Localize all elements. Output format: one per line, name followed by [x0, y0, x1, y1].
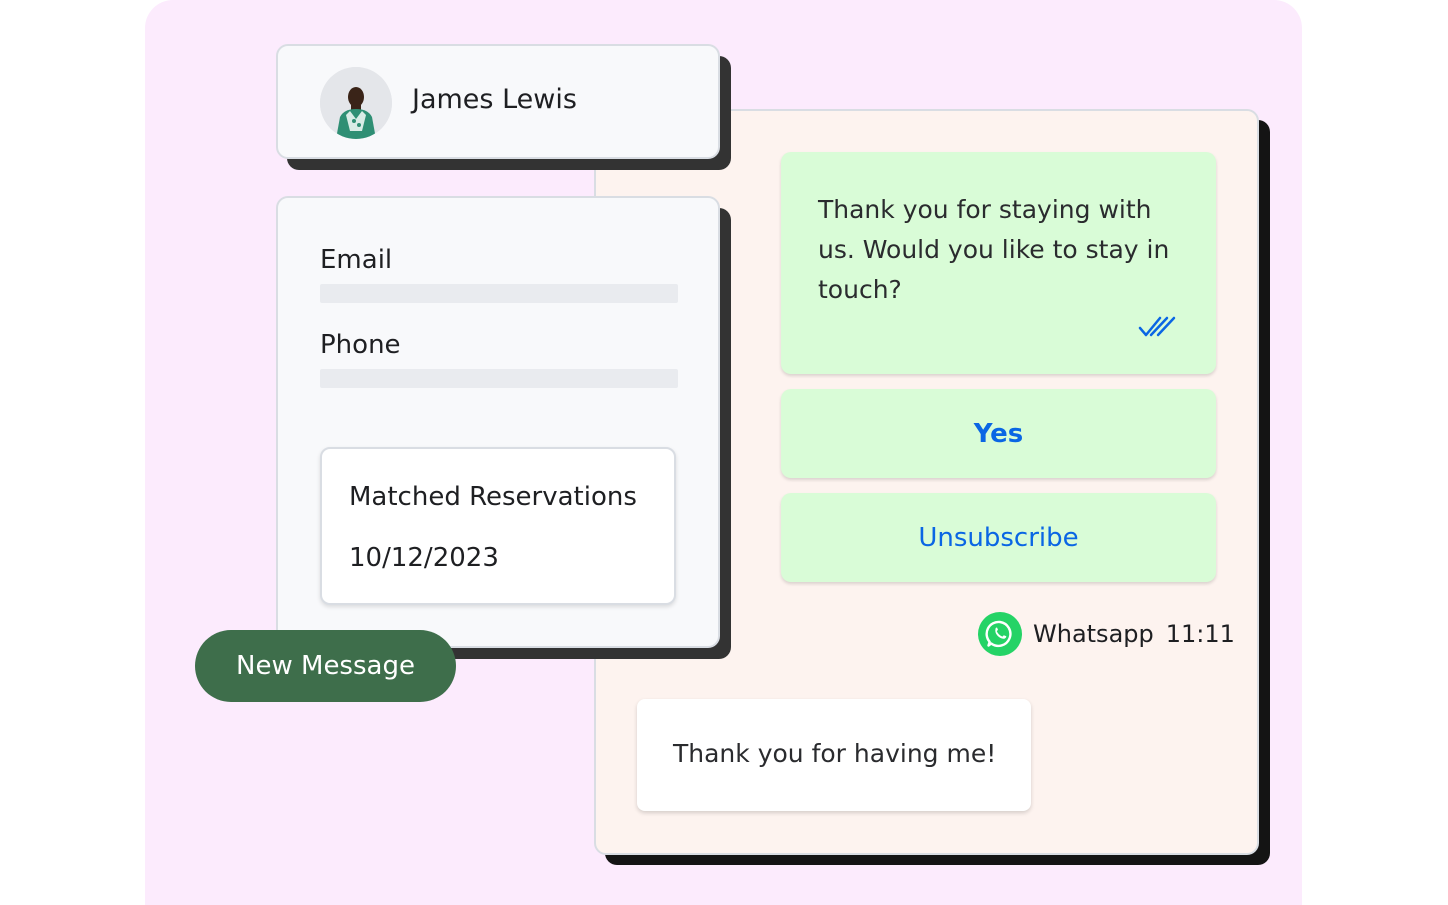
new-message-button[interactable]: New Message [195, 630, 456, 702]
phone-label: Phone [320, 330, 401, 360]
reservation-date: 10/12/2023 [349, 543, 499, 573]
message-meta: Whatsapp 11:11 [978, 611, 1235, 657]
channel-name: Whatsapp [1033, 620, 1154, 648]
outgoing-message-bubble: Thank you for having me! [637, 699, 1031, 811]
contact-card[interactable]: James Lewis [276, 44, 720, 159]
quick-reply-yes[interactable]: Yes [781, 389, 1216, 478]
message-time: 11:11 [1165, 620, 1235, 648]
double-check-icon [1138, 316, 1176, 337]
quick-reply-yes-label[interactable]: Yes [781, 389, 1216, 478]
phone-field[interactable] [320, 369, 678, 388]
quick-reply-unsubscribe[interactable]: Unsubscribe [781, 493, 1216, 582]
email-field[interactable] [320, 284, 678, 303]
person-avatar-icon [320, 67, 392, 139]
matched-reservations-card[interactable]: Matched Reservations 10/12/2023 [320, 447, 676, 605]
outgoing-message-text: Thank you for having me! [673, 739, 997, 768]
quick-reply-unsubscribe-label[interactable]: Unsubscribe [781, 493, 1216, 582]
avatar [320, 67, 392, 139]
incoming-message-bubble: Thank you for staying with us. Would you… [781, 152, 1216, 374]
reservations-title: Matched Reservations [349, 482, 637, 512]
email-label: Email [320, 245, 393, 275]
incoming-message-text: Thank you for staying with us. Would you… [818, 195, 1170, 304]
whatsapp-icon [978, 612, 1022, 656]
contact-name: James Lewis [412, 84, 577, 115]
contact-details-card: Email Phone Matched Reservations 10/12/2… [276, 196, 720, 648]
